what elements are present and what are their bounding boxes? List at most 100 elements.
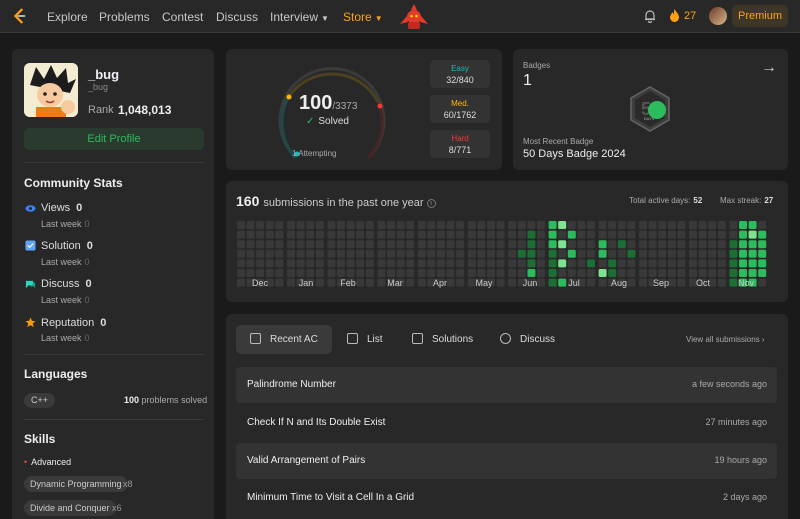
heatmap-cell[interactable] bbox=[265, 240, 274, 249]
heatmap-cell[interactable] bbox=[639, 269, 647, 277]
heatmap-cell[interactable] bbox=[275, 221, 284, 229]
heatmap-cell[interactable] bbox=[558, 249, 567, 258]
heatmap-cell[interactable] bbox=[237, 240, 245, 249]
heatmap-cell[interactable] bbox=[729, 240, 738, 249]
heatmap-cell[interactable] bbox=[617, 230, 626, 239]
heatmap-cell[interactable] bbox=[648, 230, 657, 239]
heatmap-cell[interactable] bbox=[417, 221, 426, 229]
heatmap-cell[interactable] bbox=[417, 230, 426, 239]
heatmap-cell[interactable] bbox=[689, 230, 697, 239]
heatmap-cell[interactable] bbox=[658, 221, 667, 229]
heatmap-cell[interactable] bbox=[689, 249, 697, 258]
heatmap-cell[interactable] bbox=[608, 259, 617, 268]
heatmap-cell[interactable] bbox=[729, 269, 738, 277]
heatmap-cell[interactable] bbox=[729, 230, 738, 239]
heatmap-cell[interactable] bbox=[237, 269, 245, 277]
heatmap-cell[interactable] bbox=[456, 259, 465, 268]
heatmap-cell[interactable] bbox=[356, 249, 365, 258]
heatmap-cell[interactable] bbox=[417, 269, 426, 277]
heatmap-cell[interactable] bbox=[467, 269, 476, 277]
heatmap-cell[interactable] bbox=[287, 259, 295, 268]
heatmap-cell[interactable] bbox=[527, 230, 536, 239]
bell-icon[interactable] bbox=[643, 9, 657, 23]
heatmap-cell[interactable] bbox=[739, 230, 747, 239]
heatmap-cell[interactable] bbox=[456, 240, 465, 249]
heatmap-cell[interactable] bbox=[748, 269, 757, 277]
heatmap-cell[interactable] bbox=[446, 240, 455, 249]
heatmap-cell[interactable] bbox=[708, 269, 717, 277]
arrow-right-icon[interactable]: → bbox=[761, 59, 777, 77]
heatmap-cell[interactable] bbox=[467, 221, 476, 229]
heatmap-cell[interactable] bbox=[387, 249, 395, 258]
heatmap-cell[interactable] bbox=[608, 221, 617, 229]
heatmap-cell[interactable] bbox=[587, 230, 595, 239]
heatmap-cell[interactable] bbox=[558, 269, 567, 277]
heatmap-cell[interactable] bbox=[567, 221, 576, 229]
heatmap-cell[interactable] bbox=[587, 221, 595, 229]
heatmap-cell[interactable] bbox=[508, 249, 517, 258]
heatmap-cell[interactable] bbox=[406, 269, 415, 277]
heatmap-cell[interactable] bbox=[517, 240, 526, 249]
heatmap-cell[interactable] bbox=[558, 221, 567, 229]
heatmap-cell[interactable] bbox=[496, 249, 505, 258]
heatmap-cell[interactable] bbox=[617, 221, 626, 229]
heatmap-cell[interactable] bbox=[487, 259, 495, 268]
heatmap-cell[interactable] bbox=[327, 230, 336, 239]
heatmap-cell[interactable] bbox=[467, 230, 476, 239]
heatmap-cell[interactable] bbox=[265, 230, 274, 239]
heatmap-cell[interactable] bbox=[296, 269, 305, 277]
heatmap-cell[interactable] bbox=[387, 269, 395, 277]
heatmap-cell[interactable] bbox=[256, 240, 265, 249]
heatmap-cell[interactable] bbox=[306, 249, 315, 258]
tab-solutions[interactable]: Solutions bbox=[412, 325, 473, 354]
heatmap-cell[interactable] bbox=[548, 269, 557, 277]
heatmap-cell[interactable] bbox=[287, 230, 295, 239]
heatmap-cell[interactable] bbox=[587, 249, 595, 258]
heatmap-cell[interactable] bbox=[446, 249, 455, 258]
submission-row[interactable]: Check If N and Its Double Exist 27 minut… bbox=[236, 405, 777, 441]
heatmap-cell[interactable] bbox=[477, 230, 486, 239]
heatmap-cell[interactable] bbox=[758, 221, 767, 229]
heatmap-cell[interactable] bbox=[537, 221, 545, 229]
heatmap-cell[interactable] bbox=[365, 249, 374, 258]
heatmap-cell[interactable] bbox=[517, 230, 526, 239]
edit-profile-button[interactable]: Edit Profile bbox=[24, 128, 204, 150]
heatmap-cell[interactable] bbox=[729, 221, 738, 229]
heatmap-cell[interactable] bbox=[427, 240, 436, 249]
heatmap-cell[interactable] bbox=[315, 221, 324, 229]
heatmap-cell[interactable] bbox=[758, 240, 767, 249]
heatmap-cell[interactable] bbox=[275, 249, 284, 258]
heatmap-cell[interactable] bbox=[548, 230, 557, 239]
heatmap-cell[interactable] bbox=[437, 230, 445, 239]
heatmap-cell[interactable] bbox=[648, 221, 657, 229]
heatmap-cell[interactable] bbox=[527, 240, 536, 249]
heatmap-cell[interactable] bbox=[406, 240, 415, 249]
heatmap-cell[interactable] bbox=[387, 230, 395, 239]
heatmap-cell[interactable] bbox=[508, 269, 517, 277]
heatmap-cell[interactable] bbox=[748, 259, 757, 268]
heatmap-cell[interactable] bbox=[237, 221, 245, 229]
heatmap-cell[interactable] bbox=[356, 230, 365, 239]
heatmap-cell[interactable] bbox=[377, 240, 386, 249]
heatmap-cell[interactable] bbox=[346, 240, 355, 249]
heatmap-cell[interactable] bbox=[365, 221, 374, 229]
heatmap-cell[interactable] bbox=[417, 259, 426, 268]
heatmap-cell[interactable] bbox=[446, 269, 455, 277]
heatmap-cell[interactable] bbox=[365, 230, 374, 239]
heatmap-cell[interactable] bbox=[496, 221, 505, 229]
heatmap-cell[interactable] bbox=[689, 269, 697, 277]
heatmap-cell[interactable] bbox=[717, 249, 726, 258]
heatmap-cell[interactable] bbox=[265, 269, 274, 277]
heatmap-cell[interactable] bbox=[608, 230, 617, 239]
heatmap-cell[interactable] bbox=[708, 230, 717, 239]
tab-recent-ac[interactable]: Recent AC bbox=[236, 325, 332, 354]
heatmap-cell[interactable] bbox=[377, 259, 386, 268]
heatmap-cell[interactable] bbox=[327, 240, 336, 249]
heatmap-cell[interactable] bbox=[437, 240, 445, 249]
heatmap-cell[interactable] bbox=[658, 240, 667, 249]
heatmap-cell[interactable] bbox=[698, 221, 707, 229]
streak-count[interactable]: 27 bbox=[684, 10, 696, 22]
heatmap-cell[interactable] bbox=[387, 259, 395, 268]
heatmap-cell[interactable] bbox=[508, 230, 517, 239]
nav-discuss[interactable]: Discuss bbox=[216, 10, 258, 24]
